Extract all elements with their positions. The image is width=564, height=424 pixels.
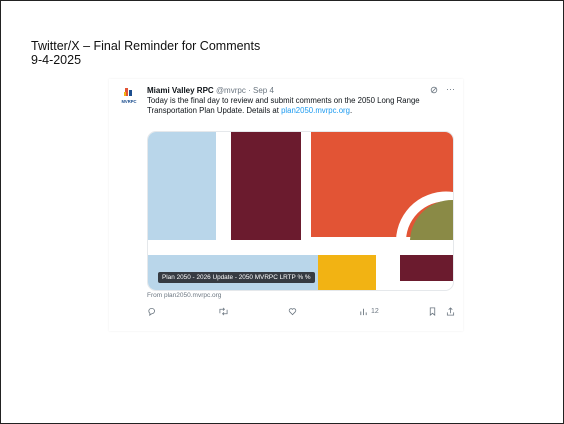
share-button[interactable]: [446, 307, 455, 316]
views-icon: [359, 307, 368, 316]
card-source[interactable]: From plan2050.mvrpc.org: [147, 292, 221, 299]
retweet-button[interactable]: [218, 307, 229, 316]
tweet-body-end: .: [349, 106, 353, 115]
retweet-icon: [218, 307, 229, 316]
card-image: [148, 132, 453, 290]
card-caption: Plan 2050 - 2026 Update - 2050 MVRPC LRT…: [158, 272, 315, 283]
maroon-block-top: [231, 132, 301, 240]
tweet-actions: 12: [147, 307, 455, 321]
like-icon: [288, 307, 297, 316]
slide: Twitter/X – Final Reminder for Comments …: [0, 0, 564, 424]
bookmark-button[interactable]: [428, 307, 437, 316]
tweet-body: Today is the final day to review and sub…: [147, 96, 453, 116]
slide-title-line1: Twitter/X – Final Reminder for Comments: [31, 39, 261, 53]
logo-text: MVRPC: [121, 99, 136, 104]
header-icons: ···: [425, 84, 455, 94]
author-name[interactable]: Miami Valley RPC: [147, 86, 214, 95]
slide-title-line2: 9-4-2025: [31, 53, 82, 67]
maroon-block-bottom: [400, 255, 453, 281]
meta-separator: ·: [248, 86, 251, 95]
slide-title: Twitter/X – Final Reminder for Comments …: [31, 39, 260, 67]
bookmark-icon: [428, 307, 437, 316]
reply-button[interactable]: [147, 307, 156, 316]
author-handle[interactable]: @mvrpc: [216, 86, 246, 95]
tweet-date[interactable]: Sep 4: [253, 86, 274, 95]
tweet-header: Miami Valley RPC @mvrpc · Sep 4: [147, 85, 453, 96]
tweet-link[interactable]: plan2050.mvrpc.org: [281, 106, 350, 115]
blue-block-top: [148, 132, 216, 240]
share-icon: [446, 307, 455, 316]
link-preview-card[interactable]: Plan 2050 - 2026 Update - 2050 MVRPC LRT…: [147, 131, 454, 291]
more-icon[interactable]: ···: [446, 84, 455, 94]
grok-icon[interactable]: [430, 84, 441, 94]
reply-icon: [147, 307, 156, 316]
yellow-block: [318, 255, 376, 290]
like-button[interactable]: [288, 307, 297, 316]
tweet-card[interactable]: MVRPC Miami Valley RPC @mvrpc · Sep 4 ··…: [109, 79, 463, 331]
views-button[interactable]: 12: [359, 307, 379, 316]
mvrpc-logo-avatar[interactable]: MVRPC: [120, 87, 138, 105]
views-count: 12: [371, 308, 379, 315]
